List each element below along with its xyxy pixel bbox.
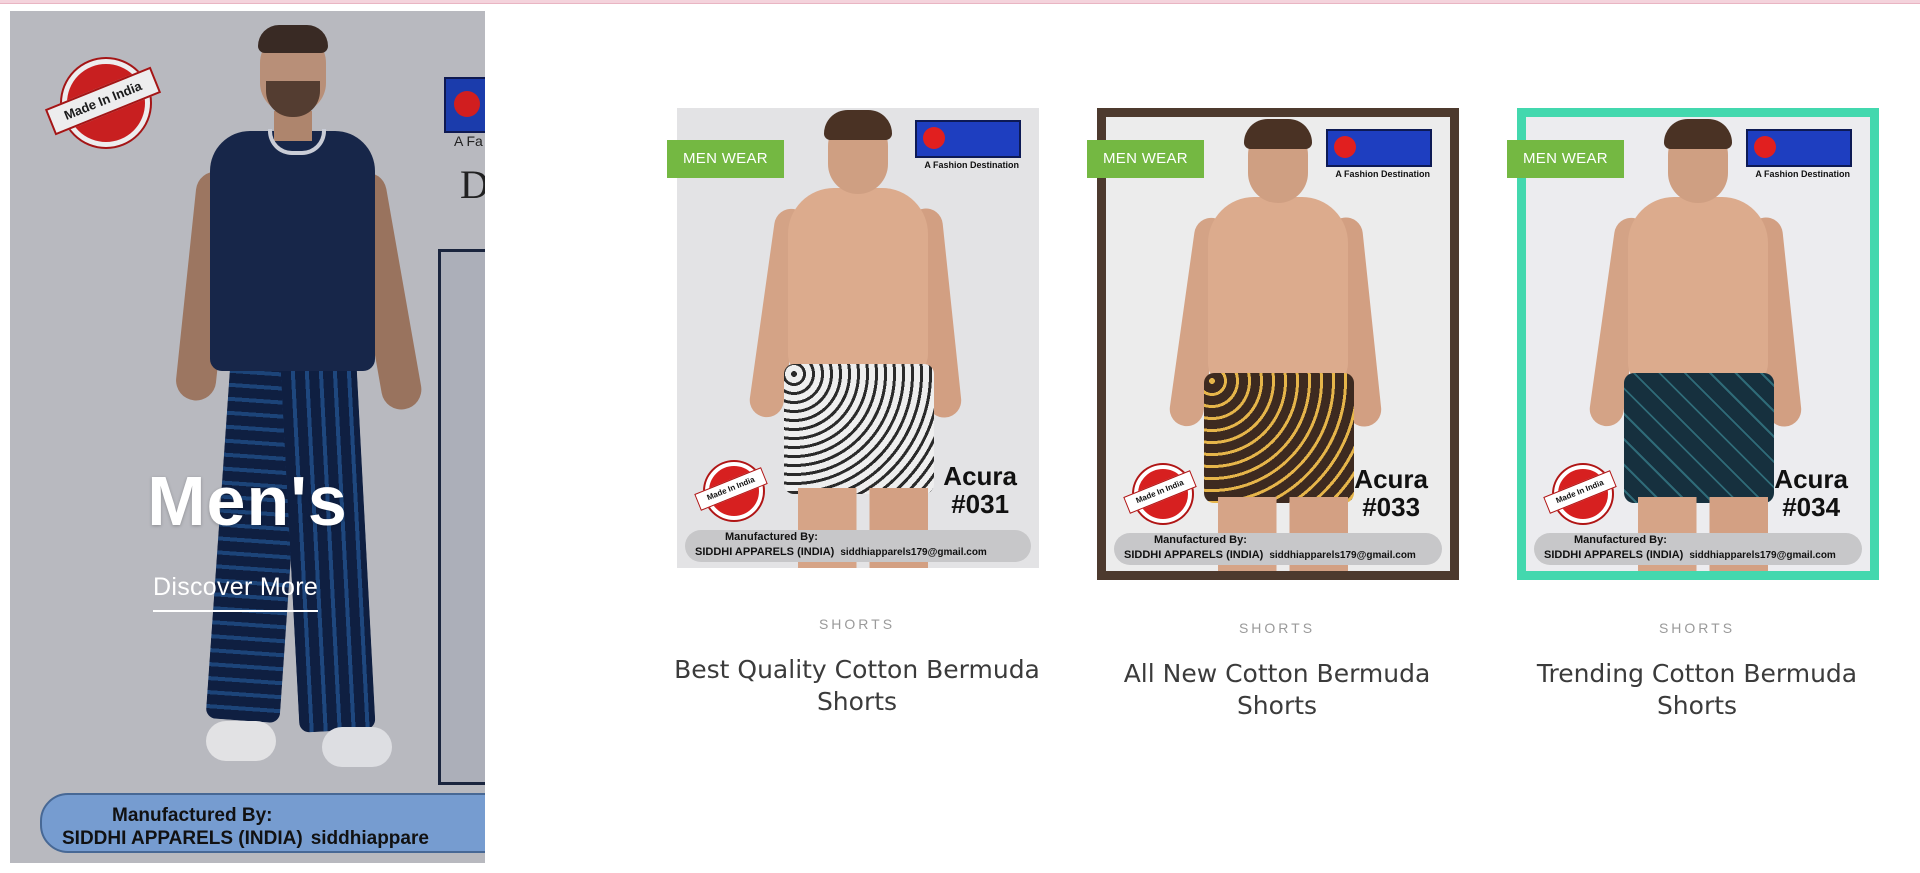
product-title[interactable]: All New Cotton Bermuda Shorts (1087, 658, 1467, 722)
discover-more-link[interactable]: Discover More (153, 573, 319, 612)
category-tag: MEN WEAR (1507, 140, 1624, 178)
model-number: Acura #031 (943, 461, 1017, 519)
product-title[interactable]: Trending Cotton Bermuda Shorts (1507, 658, 1887, 722)
product-image[interactable]: A Fashion Destination Made In India Acur… (1517, 108, 1879, 580)
top-border (0, 0, 1920, 4)
mens-category-banner[interactable]: A Fa D Made In India Manufactured By: SI… (10, 11, 485, 863)
manufacturer-bar: Manufactured By: SIDDHI APPARELS (INDIA)… (685, 530, 1031, 562)
product-image[interactable]: A Fashion Destination Made In India Acur… (1097, 108, 1459, 580)
product-title[interactable]: Best Quality Cotton Bermuda Shorts (667, 654, 1047, 718)
manufacturer-bar: Manufactured By: SIDDHI APPARELS (INDIA)… (1114, 533, 1442, 565)
banner-title: Men's (147, 462, 348, 540)
made-in-india-stamp-icon: Made In India (1543, 459, 1617, 525)
manufacturer-bar: Manufactured By: SIDDHI APPARELS (INDIA)… (1534, 533, 1862, 565)
model-number: Acura #033 (1354, 464, 1428, 522)
category-tag: MEN WEAR (667, 140, 784, 178)
model-number: Acura #034 (1774, 464, 1848, 522)
made-in-india-stamp-icon: Made In India (694, 456, 768, 522)
category-tag: MEN WEAR (1087, 140, 1204, 178)
banner-overlay (10, 11, 485, 863)
product-category[interactable]: SHORTS (1507, 620, 1887, 636)
product-category[interactable]: SHORTS (667, 616, 1047, 632)
made-in-india-stamp-icon: Made In India (1123, 459, 1197, 525)
product-category[interactable]: SHORTS (1087, 620, 1467, 636)
